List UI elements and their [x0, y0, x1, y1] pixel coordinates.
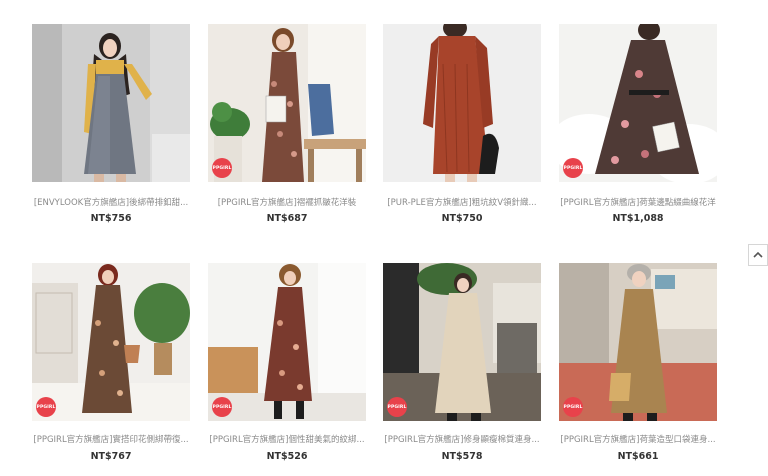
product-title[interactable]: [PUR-PLE官方旗艦店]粗坑紋V領針織...: [383, 196, 541, 208]
brand-badge: PPGIRL: [212, 397, 232, 417]
back-to-top-button[interactable]: [748, 244, 768, 266]
product-image[interactable]: PPGIRL: [559, 263, 717, 421]
product-title[interactable]: [PPGIRL官方旗艦店]荷葉造型口袋連身...: [559, 433, 717, 445]
product-price: NT$750: [441, 213, 483, 224]
product-price: NT$578: [441, 451, 483, 462]
product-image[interactable]: PPGIRL: [559, 24, 717, 182]
brand-badge: PPGIRL: [36, 397, 56, 417]
product-title[interactable]: [ENVYLOOK官方旗艦店]後綁帶排釦甜...: [32, 196, 190, 208]
product-title[interactable]: [PPGIRL官方旗艦店]修身顯瘦棉質連身...: [383, 433, 541, 445]
product-grid: [ENVYLOOK官方旗艦店]後綁帶排釦甜... NT$756 PPGIRL […: [0, 0, 768, 476]
product-price: NT$687: [266, 213, 308, 224]
brand-badge: PPGIRL: [212, 158, 232, 178]
product-image[interactable]: [32, 24, 190, 182]
product-image[interactable]: PPGIRL: [32, 263, 190, 421]
brand-badge: PPGIRL: [563, 158, 583, 178]
product-price: NT$526: [266, 451, 308, 462]
product-image[interactable]: [383, 24, 541, 182]
product-price: NT$661: [617, 451, 659, 462]
brand-badge: PPGIRL: [563, 397, 583, 417]
product-image[interactable]: PPGIRL: [208, 263, 366, 421]
product-title[interactable]: [PPGIRL官方旗艦店]荷葉邊點綴曲線花洋: [559, 196, 717, 208]
product-title[interactable]: [PPGIRL官方旗艦店]褶襬抓皺花洋裝: [208, 196, 366, 208]
chevron-up-icon: [753, 251, 763, 258]
product-image[interactable]: PPGIRL: [208, 24, 366, 182]
product-price: NT$756: [90, 213, 132, 224]
product-price: NT$1,088: [612, 213, 664, 224]
product-title[interactable]: [PPGIRL官方旗艦店]實搭印花側綁帶復...: [32, 433, 190, 445]
product-title[interactable]: [PPGIRL官方旗艦店]個性甜美氣的紋綁...: [208, 433, 366, 445]
brand-badge: PPGIRL: [387, 397, 407, 417]
product-image[interactable]: PPGIRL: [383, 263, 541, 421]
product-price: NT$767: [90, 451, 132, 462]
